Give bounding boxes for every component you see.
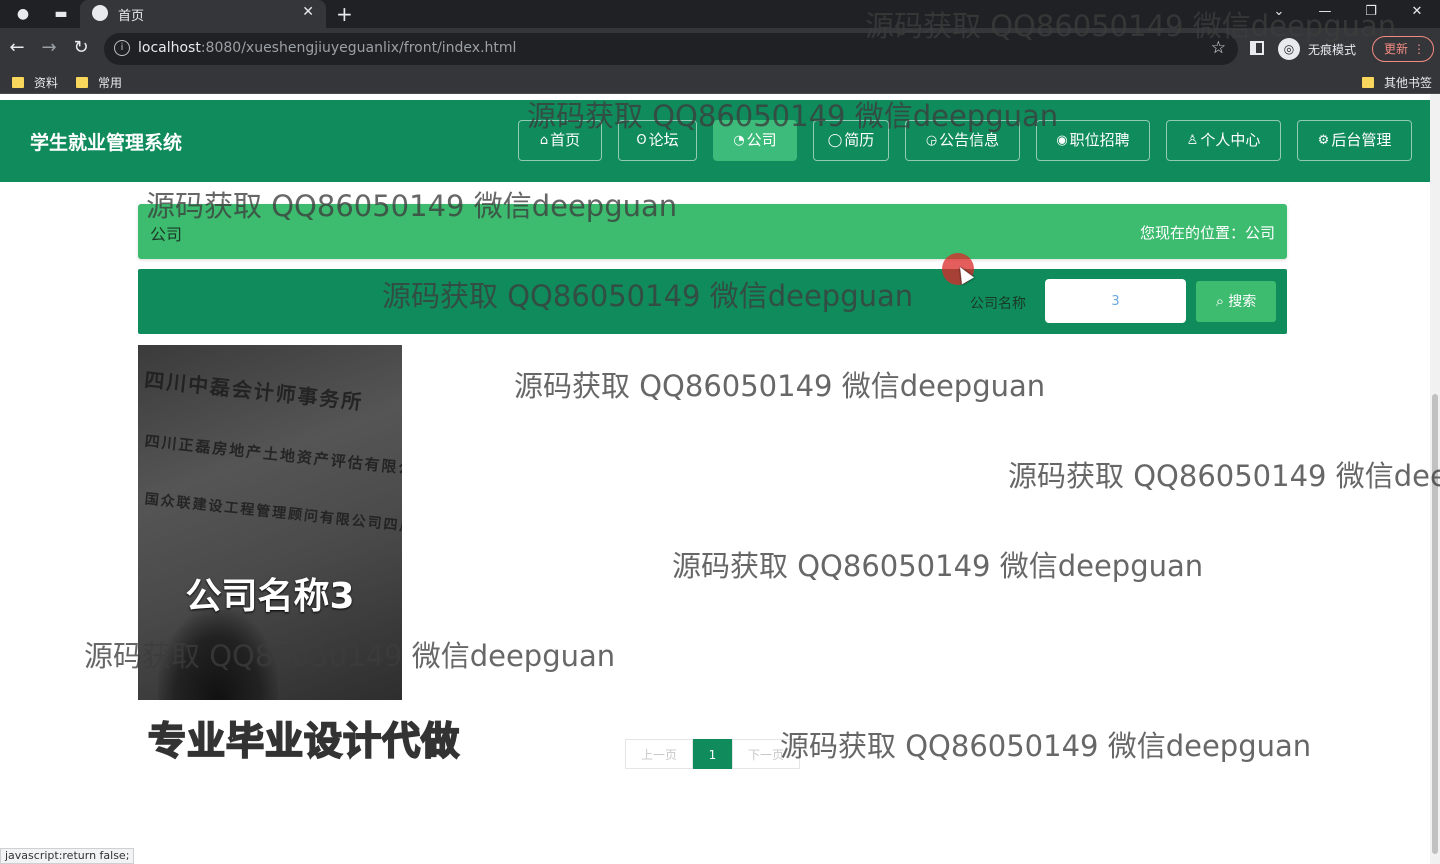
nav-label: 简历 — [844, 131, 875, 149]
address-bar[interactable]: i localhost:8080/xueshengjiuyeguanlix/fr… — [104, 33, 1238, 65]
bookmark-label: 资料 — [34, 76, 59, 90]
user-icon: ♙ — [1186, 133, 1199, 148]
nav-label: 个人中心 — [1200, 131, 1261, 149]
company-name: 公司名称3 — [185, 576, 355, 617]
side-panel-icon[interactable] — [1250, 41, 1264, 55]
breadcrumb: 公司 您现在的位置：公司 — [138, 204, 1287, 259]
bookmarks-bar: 资料 常用 其他书签 — [0, 70, 1440, 94]
close-tab-icon[interactable]: ✕ — [302, 4, 314, 20]
nav-admin[interactable]: ⚙ 后台管理 — [1297, 120, 1412, 161]
chevron-down-icon[interactable]: ⌄ — [1256, 0, 1302, 28]
nav-jobs[interactable]: ◉ 职位招聘 — [1036, 120, 1150, 161]
browser-tab-active[interactable]: 首页 ✕ — [80, 0, 326, 28]
tab-search-icon[interactable]: ▬ — [52, 5, 70, 23]
reload-icon[interactable]: ↻ — [70, 37, 92, 59]
bookmark-label: 其他书签 — [1384, 76, 1433, 90]
menu-dots-icon[interactable]: ⋮ — [1413, 37, 1425, 61]
nav-label: 公告信息 — [939, 131, 1000, 149]
site-header: 学生就业管理系统 ⌂ 首页 ʘ 论坛 ◔ 公司 ◯ 简历 ◶ 公告信息 ◉ 职位招聘 ♙ 个人… — [0, 100, 1430, 182]
prev-page-button[interactable]: 上一页 — [625, 739, 693, 769]
site-title: 学生就业管理系统 — [30, 132, 183, 154]
nav-resume[interactable]: ◯ 简历 — [813, 120, 889, 161]
location-text: 您现在的位置：公司 — [1139, 224, 1275, 242]
search-bar: 公司名称 ⌕搜索 — [138, 269, 1287, 334]
admin-icon: ⚙ — [1317, 133, 1330, 148]
nav-announcements[interactable]: ◶ 公告信息 — [905, 120, 1020, 161]
window-controls: ⌄ — ❐ ✕ — [1256, 0, 1440, 28]
nav-home[interactable]: ⌂ 首页 — [518, 120, 602, 161]
search-button-label: 搜索 — [1228, 294, 1257, 310]
bookmark-changyong[interactable]: 常用 — [76, 74, 122, 91]
nav-label: 职位招聘 — [1069, 131, 1130, 149]
company-card[interactable]: 四川中磊会计师事务所 四川正磊房地产土地资产评估有限公司 国众联建设工程管理顾问… — [138, 345, 402, 700]
incognito-indicator[interactable]: ◎ 无痕模式 — [1278, 38, 1356, 60]
folder-icon — [76, 77, 88, 88]
home-icon: ⌂ — [539, 133, 549, 148]
close-window-icon[interactable]: ✕ — [1394, 0, 1440, 28]
profile-icon[interactable]: ● — [14, 5, 32, 23]
nav-forum[interactable]: ʘ 论坛 — [618, 120, 697, 161]
update-button[interactable]: 更新 ⋮ — [1372, 36, 1434, 62]
nav-label: 论坛 — [648, 131, 679, 149]
incognito-label: 无痕模式 — [1308, 42, 1357, 57]
nav-label: 首页 — [550, 131, 581, 149]
search-button[interactable]: ⌕ 搜索 — [1196, 281, 1276, 322]
minimize-icon[interactable]: — — [1302, 0, 1348, 28]
scrollbar[interactable] — [1430, 94, 1440, 864]
incognito-icon: ◎ — [1278, 38, 1300, 60]
wall-sign-text: 四川中磊会计师事务所 — [143, 367, 365, 415]
browser-tab-bar: ● ▬ 首页 ✕ + ⌄ — ❐ ✕ — [0, 0, 1440, 28]
jobs-icon: ◉ — [1056, 133, 1068, 148]
tab-title: 首页 — [118, 9, 145, 24]
scrollbar-thumb[interactable] — [1432, 394, 1438, 854]
wall-sign-text: 四川正磊房地产土地资产评估有限公司 — [143, 431, 402, 481]
new-tab-button[interactable]: + — [336, 2, 353, 26]
pagination: 上一页 1 下一页 — [625, 739, 800, 769]
globe-icon — [92, 5, 108, 21]
back-arrow-icon[interactable]: ← — [6, 37, 28, 59]
site-info-icon[interactable]: i — [114, 40, 130, 56]
page-viewport: 学生就业管理系统 ⌂ 首页 ʘ 论坛 ◔ 公司 ◯ 简历 ◶ 公告信息 ◉ 职位招聘 ♙ 个人… — [0, 94, 1440, 864]
bookmark-ziliao[interactable]: 资料 — [12, 74, 58, 91]
page-1-button[interactable]: 1 — [693, 739, 732, 769]
promo-text: 专业毕业设计代做 — [147, 718, 461, 764]
forum-icon: ʘ — [636, 133, 647, 148]
company-icon: ◔ — [733, 133, 745, 148]
browser-toolbar: ← → ↻ i localhost:8080/xueshengjiuyeguan… — [0, 28, 1440, 70]
nav-label: 公司 — [746, 131, 777, 149]
nav-company[interactable]: ◔ 公司 — [713, 120, 797, 161]
folder-icon — [1362, 77, 1374, 88]
resume-icon: ◯ — [827, 133, 843, 148]
status-bubble: javascript:return false; — [0, 848, 135, 864]
update-label: 更新 — [1384, 42, 1409, 56]
announcement-icon: ◶ — [925, 133, 938, 148]
bookmark-other[interactable]: 其他书签 — [1362, 74, 1432, 91]
forward-arrow-icon[interactable]: → — [38, 37, 60, 59]
search-label: 公司名称 — [970, 296, 1026, 312]
next-page-button[interactable]: 下一页 — [732, 739, 800, 769]
search-icon: ⌕ — [1215, 292, 1225, 310]
wall-sign-text: 国众联建设工程管理顾问有限公司四川分公司 — [143, 491, 402, 541]
bookmark-star-icon[interactable]: ☆ — [1211, 38, 1226, 58]
plant-image — [158, 610, 278, 700]
nav-label: 后台管理 — [1331, 131, 1392, 149]
folder-icon — [12, 77, 24, 88]
company-name-input[interactable] — [1045, 279, 1186, 323]
page-title: 公司 — [150, 225, 183, 244]
main-nav: ⌂ 首页 ʘ 论坛 ◔ 公司 ◯ 简历 ◶ 公告信息 ◉ 职位招聘 ♙ 个人中心 ⚙ 后台管理 — [518, 120, 1412, 161]
restore-icon[interactable]: ❐ — [1348, 0, 1394, 28]
bookmark-label: 常用 — [98, 76, 123, 90]
nav-profile[interactable]: ♙ 个人中心 — [1166, 120, 1281, 161]
url-text[interactable]: localhost:8080/xueshengjiuyeguanlix/fron… — [138, 40, 516, 56]
